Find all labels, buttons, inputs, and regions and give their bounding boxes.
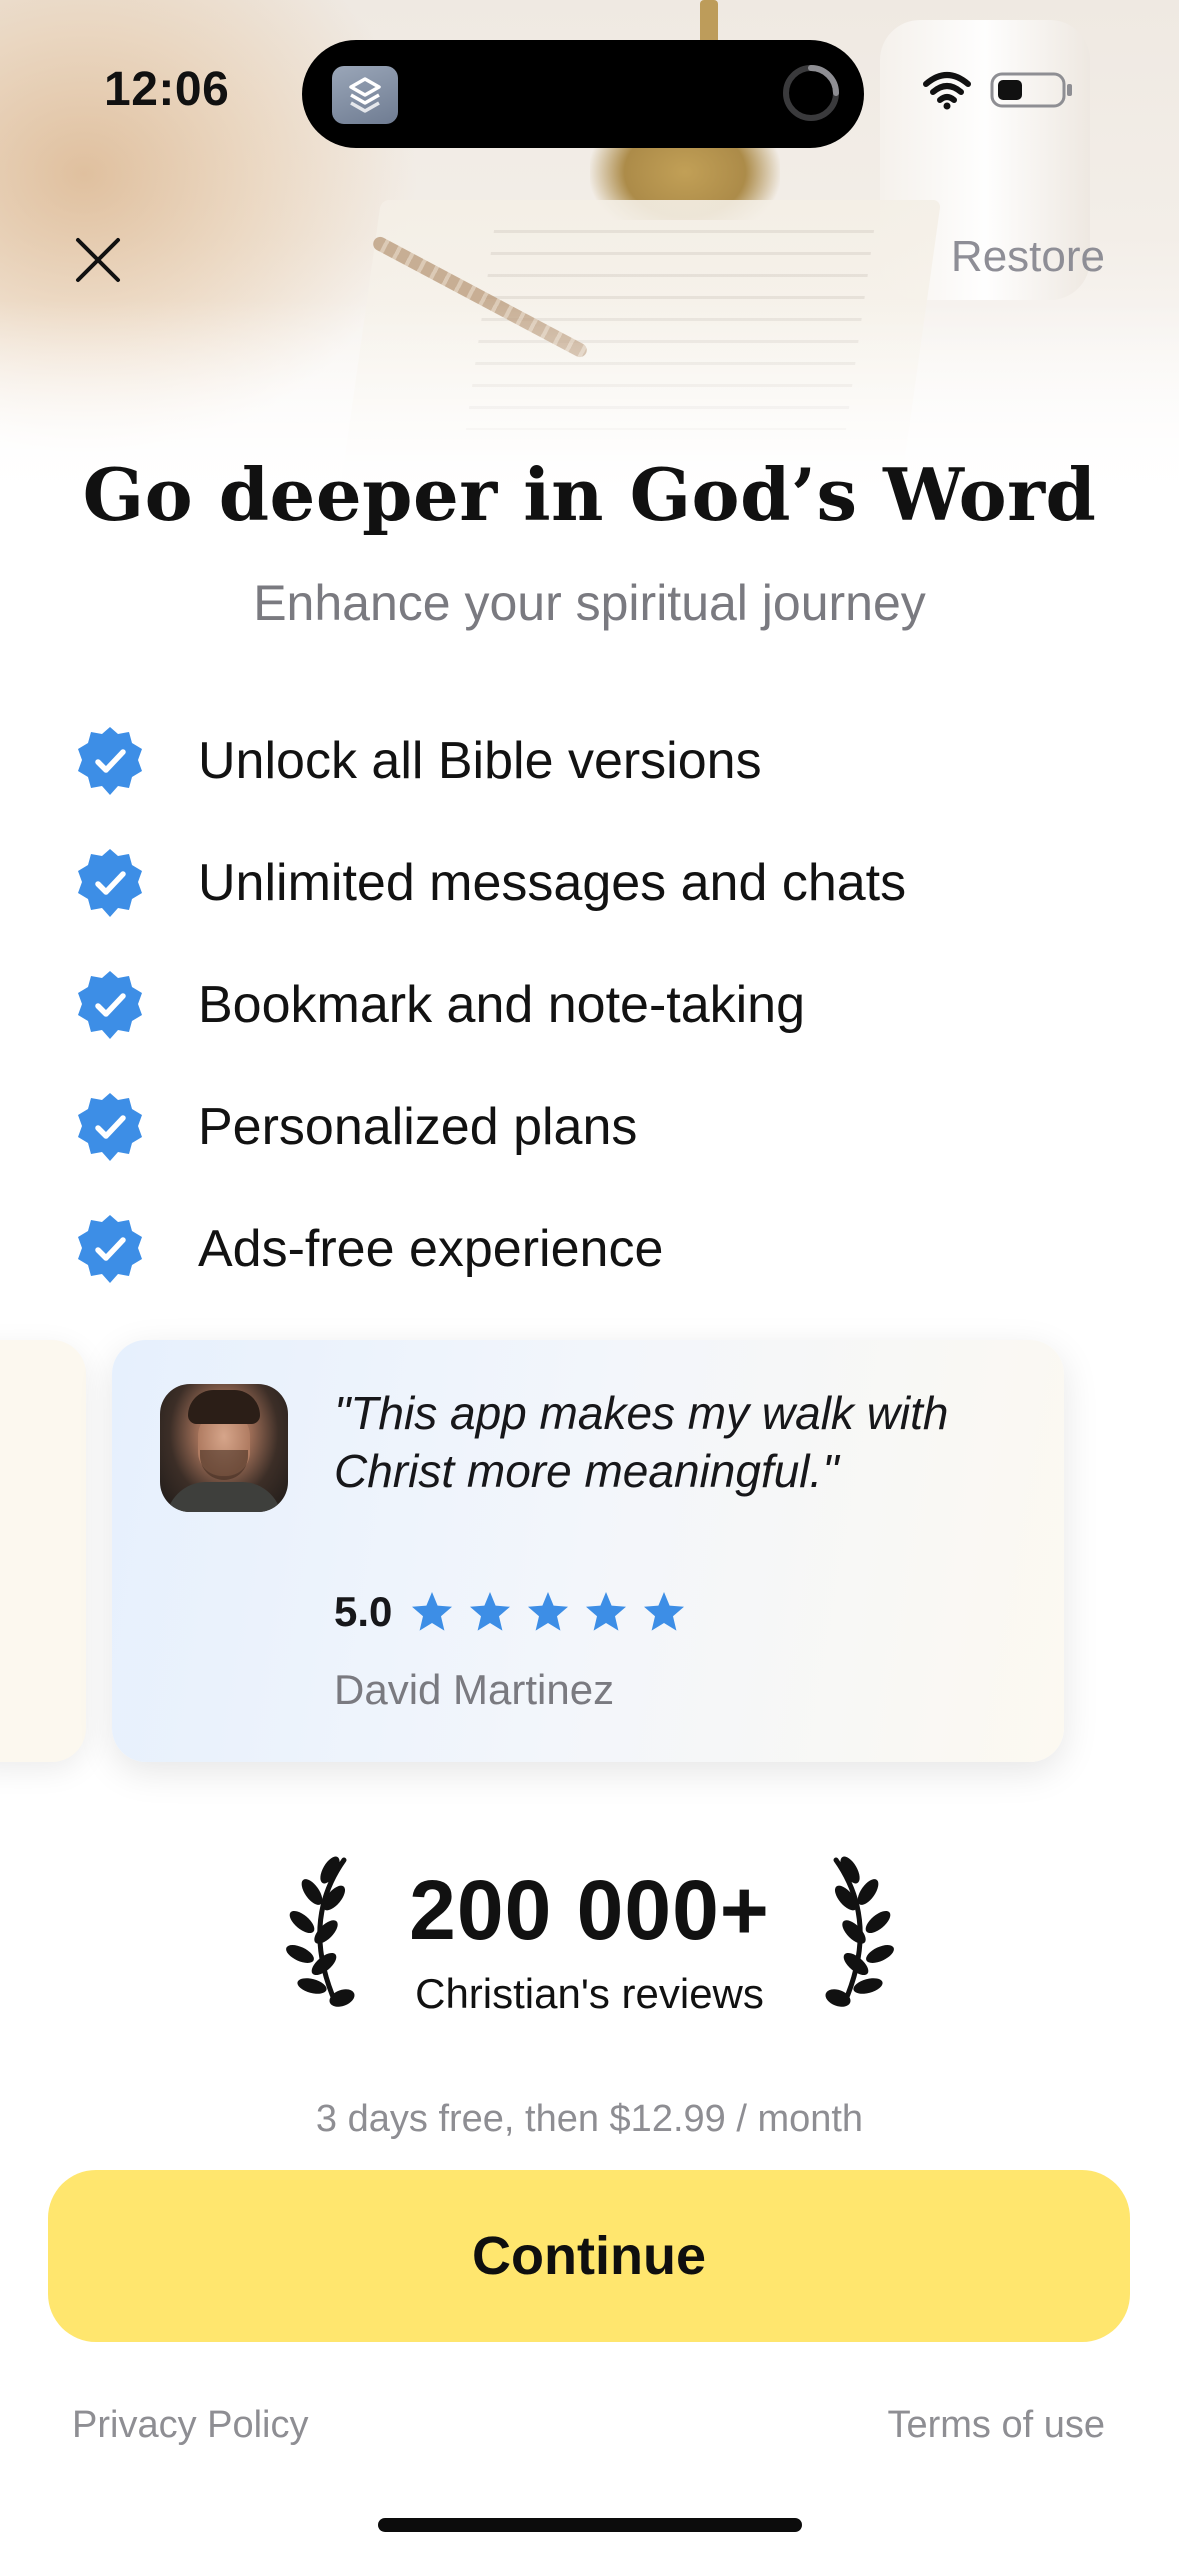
shortcuts-app-icon	[332, 66, 398, 124]
star-icon	[644, 1592, 685, 1631]
verified-check-icon	[78, 849, 142, 917]
activity-spinner-icon	[783, 65, 839, 121]
feature-label: Unlimited messages and chats	[198, 854, 907, 912]
social-proof: 200 000+ Christian's reviews	[0, 1852, 1179, 2022]
terms-of-use-link[interactable]: Terms of use	[887, 2404, 1105, 2447]
verified-check-icon	[78, 1093, 142, 1161]
star-icon	[528, 1592, 569, 1631]
page-title: Go deeper in God’s Word	[82, 452, 1097, 537]
feature-item: Bookmark and note-taking	[74, 944, 1114, 1066]
privacy-policy-link[interactable]: Privacy Policy	[72, 2404, 309, 2447]
feature-item: Ads-free experience	[74, 1188, 1114, 1310]
review-rating: 5.0	[334, 1588, 700, 1636]
pricing-text: 3 days free, then $12.99 / month	[315, 2098, 864, 2140]
reviews-count: 200 000+	[409, 1863, 770, 1957]
battery-icon	[990, 72, 1072, 108]
paywall-screen: 12:06 Restore Go deeper in God’s Word En…	[0, 0, 1179, 2556]
feature-list: Unlock all Bible versions Unlimited mess…	[74, 700, 1114, 1310]
continue-button-label: Continue	[472, 2226, 706, 2286]
feature-item: Unlimited messages and chats	[74, 822, 1114, 944]
reviews-label: Christian's reviews	[415, 1970, 764, 2017]
verified-check-icon	[78, 727, 142, 795]
verified-check-icon	[78, 971, 142, 1039]
star-icon	[470, 1592, 511, 1631]
verified-check-icon	[78, 1215, 142, 1283]
review-quote: "This app makes my walk with Christ more…	[334, 1387, 949, 1497]
review-card-previous[interactable]	[0, 1340, 86, 1762]
reviewer-name: David Martinez	[334, 1666, 615, 1713]
feature-label: Unlock all Bible versions	[198, 732, 762, 790]
home-indicator[interactable]	[378, 2518, 802, 2532]
dynamic-island	[302, 40, 864, 148]
avatar	[160, 1384, 288, 1512]
feature-label: Bookmark and note-taking	[198, 976, 806, 1034]
wifi-icon	[923, 72, 971, 110]
star-icon	[586, 1592, 627, 1631]
close-icon	[76, 238, 120, 282]
feature-label: Ads-free experience	[198, 1220, 664, 1278]
star-icon	[412, 1592, 453, 1631]
feature-item: Personalized plans	[74, 1066, 1114, 1188]
status-time: 12:06	[104, 63, 230, 116]
feature-item: Unlock all Bible versions	[74, 700, 1114, 822]
laurel-icon	[825, 1856, 894, 2007]
review-card[interactable]: "This app makes my walk with Christ more…	[112, 1340, 1064, 1762]
page-subtitle: Enhance your spiritual journey	[253, 575, 926, 631]
close-button[interactable]	[70, 232, 126, 288]
restore-button[interactable]: Restore	[951, 232, 1105, 282]
continue-button[interactable]: Continue	[48, 2170, 1130, 2342]
rating-value: 5.0	[334, 1588, 393, 1635]
feature-label: Personalized plans	[198, 1098, 638, 1156]
